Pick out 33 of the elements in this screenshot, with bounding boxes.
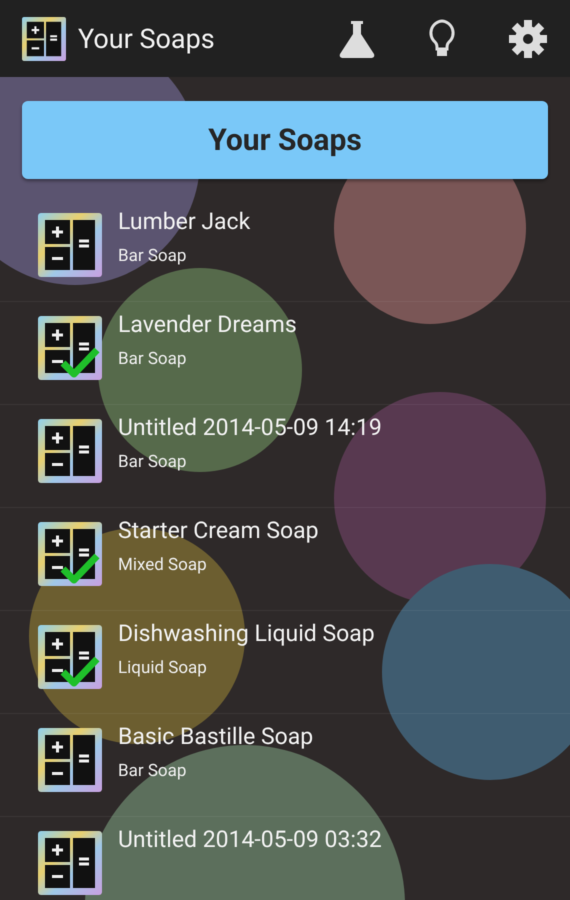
soap-list-item[interactable]: Untitled 2014-05-09 03:32 [0, 817, 570, 900]
soap-name: Dishwashing Liquid Soap [118, 620, 375, 648]
calculator-icon [38, 728, 102, 792]
section-header: Your Soaps [22, 101, 548, 179]
flask-icon[interactable] [338, 18, 376, 58]
soap-list-item[interactable]: Starter Cream Soap Mixed Soap [0, 508, 570, 611]
soap-name: Untitled 2014-05-09 03:32 [118, 826, 382, 854]
soap-list-item[interactable]: Basic Bastille Soap Bar Soap [0, 714, 570, 817]
soap-name: Lumber Jack [118, 208, 250, 236]
calculator-icon [38, 831, 102, 895]
calculator-icon [38, 316, 102, 380]
calculator-icon [38, 625, 102, 689]
soap-list-item[interactable]: Lavender Dreams Bar Soap [0, 302, 570, 405]
app-title: Your Soaps [78, 22, 216, 54]
lightbulb-icon[interactable] [428, 18, 456, 58]
calculator-icon [38, 213, 102, 277]
soap-type: Bar Soap [118, 761, 188, 781]
settings-icon[interactable] [508, 18, 548, 58]
soap-name: Basic Bastille Soap [118, 723, 314, 751]
soap-type: Bar Soap [118, 246, 188, 266]
soap-type: Liquid Soap [118, 658, 208, 678]
soap-name: Untitled 2014-05-09 14:19 [118, 414, 382, 442]
soap-type: Bar Soap [118, 349, 188, 369]
soap-type: Mixed Soap [118, 555, 208, 575]
soap-list-item[interactable]: Untitled 2014-05-09 14:19 Bar Soap [0, 405, 570, 508]
calculator-icon [38, 522, 102, 586]
calculator-icon [38, 419, 102, 483]
soap-list-item[interactable]: Lumber Jack Bar Soap [0, 199, 570, 302]
soap-name: Lavender Dreams [118, 311, 297, 339]
soap-type: Bar Soap [118, 452, 188, 472]
calculator-icon [22, 16, 66, 60]
soap-list-item[interactable]: Dishwashing Liquid Soap Liquid Soap [0, 611, 570, 714]
soap-name: Starter Cream Soap [118, 517, 319, 545]
